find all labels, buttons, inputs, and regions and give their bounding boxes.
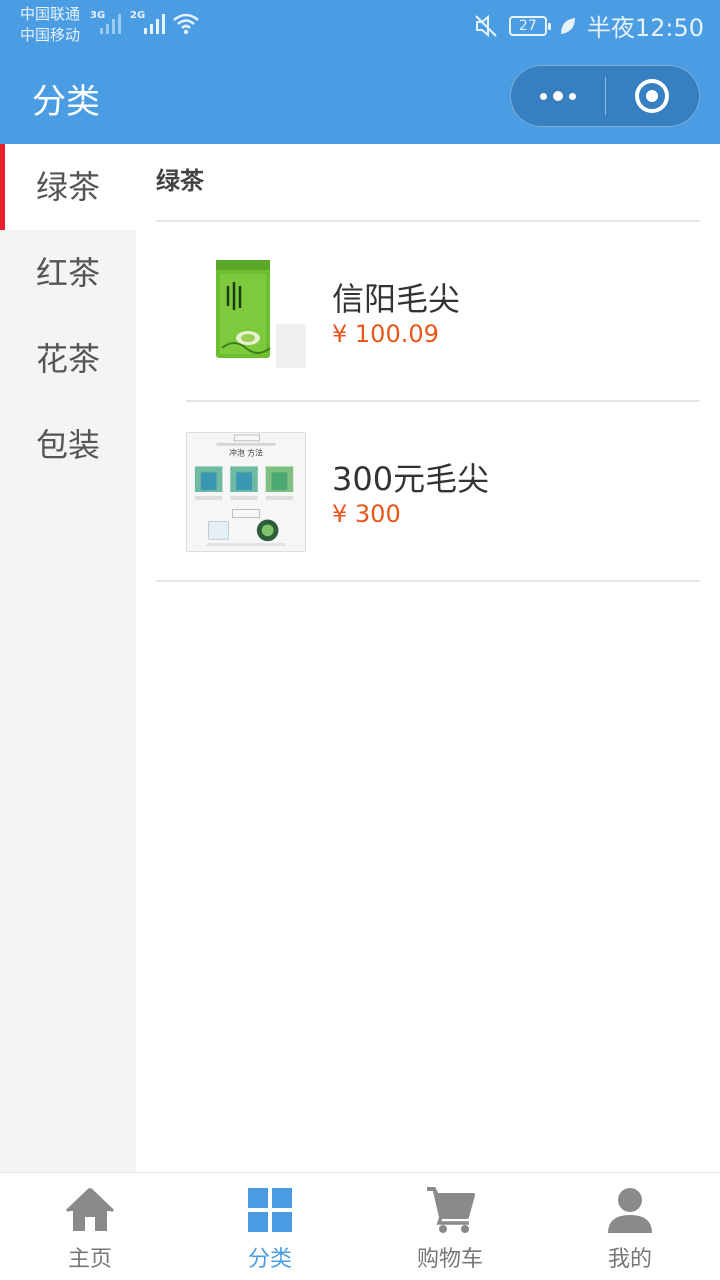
status-right: 27 半夜12:50 xyxy=(473,8,704,43)
tab-label: 购物车 xyxy=(416,1247,483,1272)
net-type-2: 2G xyxy=(130,10,146,21)
tab-label: 分类 xyxy=(247,1247,292,1272)
net-type-1: 3G xyxy=(90,10,106,21)
target-circle-icon xyxy=(635,79,670,113)
tab-cart[interactable]: 购物车 xyxy=(360,1173,540,1280)
cart-icon xyxy=(427,1187,475,1233)
tab-category[interactable]: 分类 xyxy=(180,1173,360,1280)
product-image-brewing-method: 冲泡 方法 xyxy=(186,432,306,552)
clock: 半夜12:50 xyxy=(586,14,704,42)
sidebar-item-flower-tea[interactable]: 花茶 xyxy=(0,316,136,402)
product-name: 300元毛尖 xyxy=(332,460,490,498)
product-card[interactable]: 信阳毛尖 ¥ 100.09 xyxy=(156,222,700,402)
wifi-icon xyxy=(173,13,199,35)
signal-3g-icon: 3G xyxy=(90,10,121,34)
tab-label: 主页 xyxy=(67,1247,112,1272)
navigation-bar: 分类 xyxy=(0,50,720,144)
carrier-1: 中国联通 xyxy=(20,5,81,23)
leaf-icon xyxy=(560,17,575,34)
brewing-image-caption: 冲泡 方法 xyxy=(229,448,263,458)
page-title: 分类 xyxy=(32,82,100,122)
bottom-tab-bar: 主页 分类 购物车 我的 xyxy=(0,1172,720,1280)
mute-icon xyxy=(475,14,497,37)
battery-icon: 27 xyxy=(508,15,551,36)
product-name: 信阳毛尖 xyxy=(332,280,461,318)
carrier-info: 中国联通 中国移动 xyxy=(20,4,80,46)
home-icon xyxy=(65,1187,115,1231)
sidebar-item-packaging[interactable]: 包装 xyxy=(0,402,136,488)
category-grid-icon xyxy=(248,1188,292,1232)
mini-program-capsule xyxy=(510,65,700,127)
sidebar-item-black-tea[interactable]: 红茶 xyxy=(0,230,136,316)
more-menu-button[interactable] xyxy=(511,66,605,126)
more-dots-icon xyxy=(540,92,547,100)
status-bar: 中国联通 中国移动 3G 2G 27 半夜12:50 xyxy=(0,0,720,50)
product-price: ¥ 100.09 xyxy=(332,320,439,348)
carrier-2: 中国移动 xyxy=(20,26,81,44)
tab-label: 我的 xyxy=(607,1247,652,1272)
tab-profile[interactable]: 我的 xyxy=(540,1173,720,1280)
product-divider xyxy=(156,580,700,582)
sidebar-item-green-tea[interactable]: 绿茶 xyxy=(0,144,136,230)
user-icon xyxy=(608,1188,652,1233)
tab-home[interactable]: 主页 xyxy=(0,1173,180,1280)
section-title: 绿茶 xyxy=(156,144,700,222)
product-list-panel: 绿茶 信阳毛尖 ¥ 100.09 冲泡 方法 300元毛尖 ¥ 300 xyxy=(156,144,700,582)
product-price: ¥ 300 xyxy=(332,500,401,528)
category-sidebar: 绿茶 红茶 花茶 包装 xyxy=(0,144,136,1172)
product-list: 信阳毛尖 ¥ 100.09 冲泡 方法 300元毛尖 ¥ 300 xyxy=(156,222,700,582)
close-mini-program-button[interactable] xyxy=(606,66,699,126)
product-image-tea-can xyxy=(186,252,306,372)
signal-2g-icon: 2G xyxy=(130,10,165,34)
product-card[interactable]: 冲泡 方法 300元毛尖 ¥ 300 xyxy=(156,402,700,582)
